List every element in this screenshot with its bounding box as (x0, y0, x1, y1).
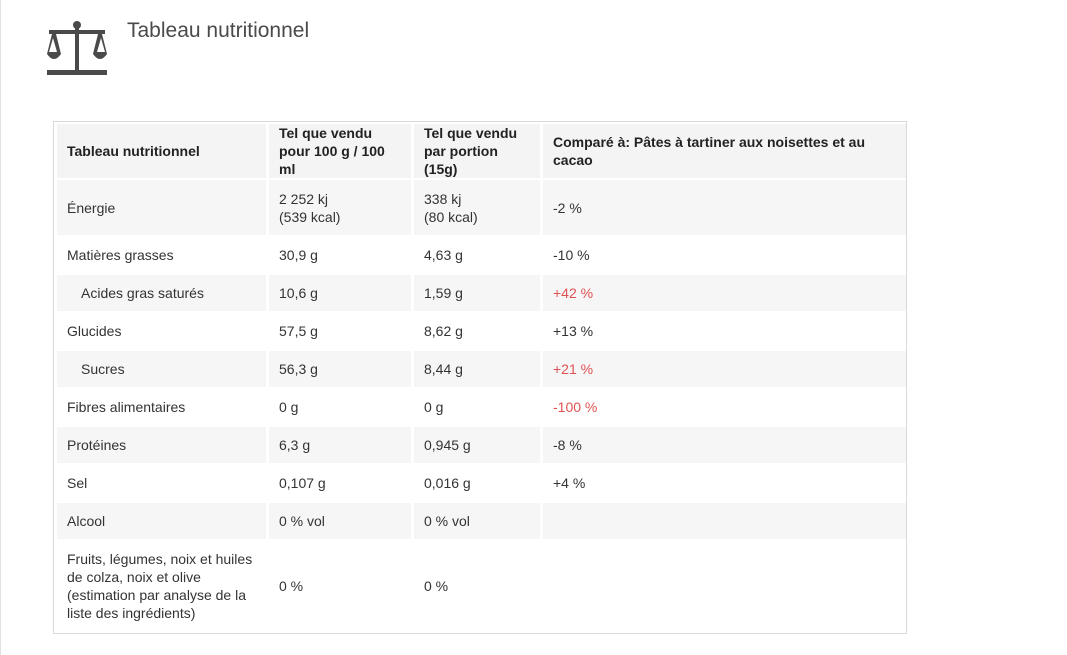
value-per-portion: 1,59 g (414, 275, 540, 311)
column-header-nutrient: Tableau nutritionnel (57, 124, 266, 178)
value-per-portion: 0 g (414, 389, 540, 425)
comparison-value: +4 % (543, 465, 906, 501)
column-header-comparison: Comparé à: Pâtes à tartiner aux noisette… (543, 124, 906, 178)
comparison-value: -8 % (543, 427, 906, 463)
nutrient-name: Fruits, légumes, noix et huiles de colza… (57, 541, 266, 631)
comparison-value-warning: +42 % (543, 275, 906, 311)
value-per-portion: 0 % vol (414, 503, 540, 539)
table-row: Acides gras saturés 10,6 g 1,59 g +42 % (57, 275, 906, 311)
table-header-row: Tableau nutritionnel Tel que vendu pour … (57, 124, 906, 178)
column-header-per-100g: Tel que vendu pour 100 g / 100 ml (269, 124, 411, 178)
table-row: Énergie 2 252 kj (539 kcal) 338 kj (80 k… (57, 180, 906, 235)
nutrient-name: Protéines (57, 427, 266, 463)
value-per-portion: 8,44 g (414, 351, 540, 387)
comparison-value: -2 % (543, 180, 906, 235)
nutrient-name: Alcool (57, 503, 266, 539)
table-row: Sel 0,107 g 0,016 g +4 % (57, 465, 906, 501)
page-title: Tableau nutritionnel (127, 19, 310, 42)
table-row: Alcool 0 % vol 0 % vol (57, 503, 906, 539)
value-per-100g: 10,6 g (269, 275, 411, 311)
value-per-100g: 2 252 kj (539 kcal) (269, 180, 411, 235)
value-per-100g: 57,5 g (269, 313, 411, 349)
nutrition-table-container: Tableau nutritionnel Tel que vendu pour … (53, 121, 907, 634)
value-per-100g: 6,3 g (269, 427, 411, 463)
comparison-value (543, 541, 906, 631)
nutrient-name: Énergie (57, 180, 266, 235)
nutrient-name: Acides gras saturés (57, 275, 266, 311)
nutrient-name: Sel (57, 465, 266, 501)
column-header-per-portion: Tel que vendu par portion (15g) (414, 124, 540, 178)
table-row: Protéines 6,3 g 0,945 g -8 % (57, 427, 906, 463)
nutrition-table: Tableau nutritionnel Tel que vendu pour … (54, 122, 909, 633)
comparison-value (543, 503, 906, 539)
value-per-portion: 4,63 g (414, 237, 540, 273)
nutrient-name: Matières grasses (57, 237, 266, 273)
table-row: Sucres 56,3 g 8,44 g +21 % (57, 351, 906, 387)
scale-icon (47, 21, 107, 75)
table-row: Fruits, légumes, noix et huiles de colza… (57, 541, 906, 631)
comparison-value: -10 % (543, 237, 906, 273)
value-per-portion: 0 % (414, 541, 540, 631)
value-per-100g: 0 % vol (269, 503, 411, 539)
table-row: Matières grasses 30,9 g 4,63 g -10 % (57, 237, 906, 273)
nutrient-name: Fibres alimentaires (57, 389, 266, 425)
value-per-100g: 0 % (269, 541, 411, 631)
value-per-portion: 0,945 g (414, 427, 540, 463)
value-per-100g: 0 g (269, 389, 411, 425)
comparison-value-warning: -100 % (543, 389, 906, 425)
value-per-100g: 56,3 g (269, 351, 411, 387)
value-per-100g: 30,9 g (269, 237, 411, 273)
value-per-portion: 0,016 g (414, 465, 540, 501)
nutrient-name: Sucres (57, 351, 266, 387)
comparison-value: +13 % (543, 313, 906, 349)
section-header: Tableau nutritionnel (46, 18, 309, 80)
page-left-border (0, 0, 1, 655)
value-per-portion: 338 kj (80 kcal) (414, 180, 540, 235)
table-row: Fibres alimentaires 0 g 0 g -100 % (57, 389, 906, 425)
value-per-portion: 8,62 g (414, 313, 540, 349)
nutrient-name: Glucides (57, 313, 266, 349)
table-row: Glucides 57,5 g 8,62 g +13 % (57, 313, 906, 349)
value-per-100g: 0,107 g (269, 465, 411, 501)
comparison-value-warning: +21 % (543, 351, 906, 387)
